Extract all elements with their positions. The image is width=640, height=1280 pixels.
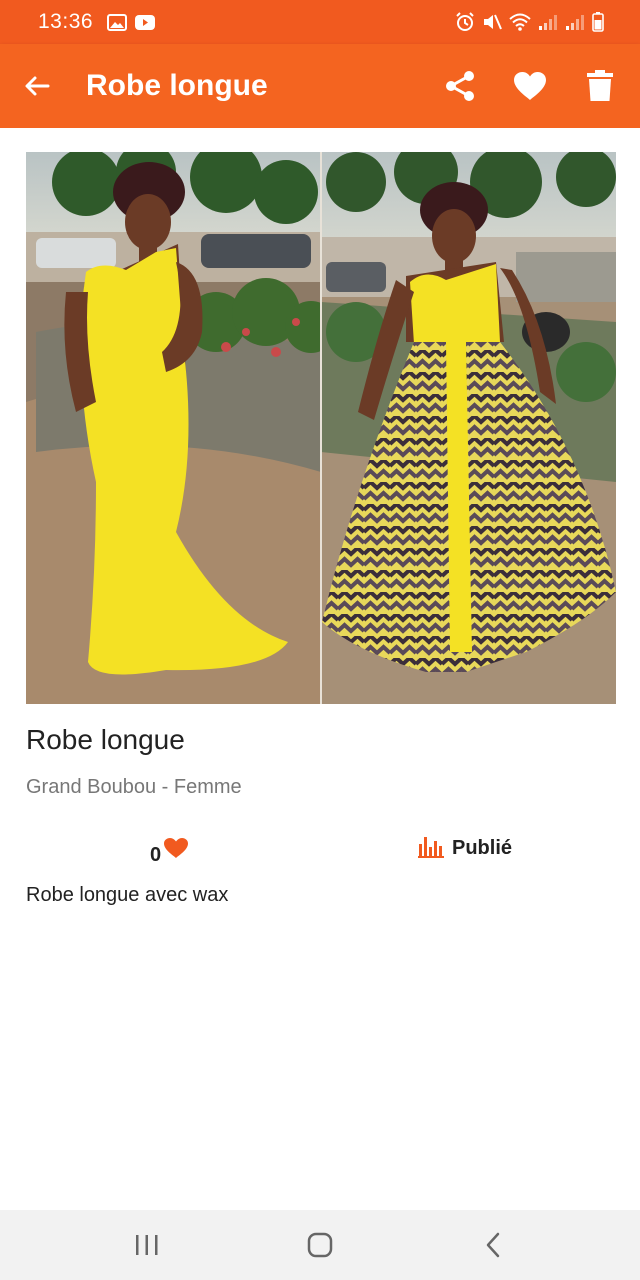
home-button[interactable] — [280, 1215, 360, 1275]
item-title: Robe longue — [26, 724, 185, 755]
youtube-icon — [135, 14, 156, 30]
status-bar: 13:36 — [0, 0, 640, 44]
wifi-icon — [509, 13, 531, 31]
alarm-icon — [455, 12, 475, 32]
trash-icon — [587, 70, 613, 101]
back-icon — [487, 1232, 500, 1258]
heart-icon — [163, 837, 189, 864]
item-description: Robe longue avec wax — [26, 884, 229, 906]
mute-icon — [482, 12, 502, 32]
status-time: 13:36 — [38, 10, 94, 33]
bar-chart-icon — [418, 834, 444, 863]
status-notification-icons — [107, 13, 156, 31]
publish-status: Publié — [418, 834, 512, 863]
likes-counter[interactable]: 0 — [150, 834, 189, 867]
share-button[interactable] — [434, 60, 486, 112]
page-title: Robe longue — [86, 69, 268, 102]
battery-icon — [592, 12, 604, 32]
system-nav-bar — [0, 1210, 640, 1280]
item-photo[interactable] — [26, 152, 616, 704]
recents-icon — [135, 1235, 158, 1255]
image-icon — [107, 13, 128, 31]
signal-icon — [565, 13, 585, 31]
item-category: Grand Boubou - Femme — [26, 776, 242, 798]
home-icon — [307, 1232, 333, 1258]
share-icon — [446, 71, 474, 101]
heart-icon — [514, 72, 546, 100]
likes-count: 0 — [150, 844, 162, 866]
delete-button[interactable] — [574, 60, 626, 112]
favorite-button[interactable] — [504, 60, 556, 112]
status-system-icons — [455, 12, 604, 32]
arrow-back-icon — [25, 76, 50, 96]
app-bar: Robe longue — [0, 44, 640, 128]
item-photo-image — [26, 152, 616, 704]
status-label: Publié — [452, 837, 513, 859]
item-detail: Robe longue Grand Boubou - Femme 0 Publi… — [0, 128, 640, 1210]
back-nav-button[interactable] — [453, 1215, 533, 1275]
recents-button[interactable] — [107, 1215, 187, 1275]
app-bar-actions — [434, 60, 626, 112]
signal-icon — [538, 13, 558, 31]
back-button[interactable] — [12, 61, 62, 111]
